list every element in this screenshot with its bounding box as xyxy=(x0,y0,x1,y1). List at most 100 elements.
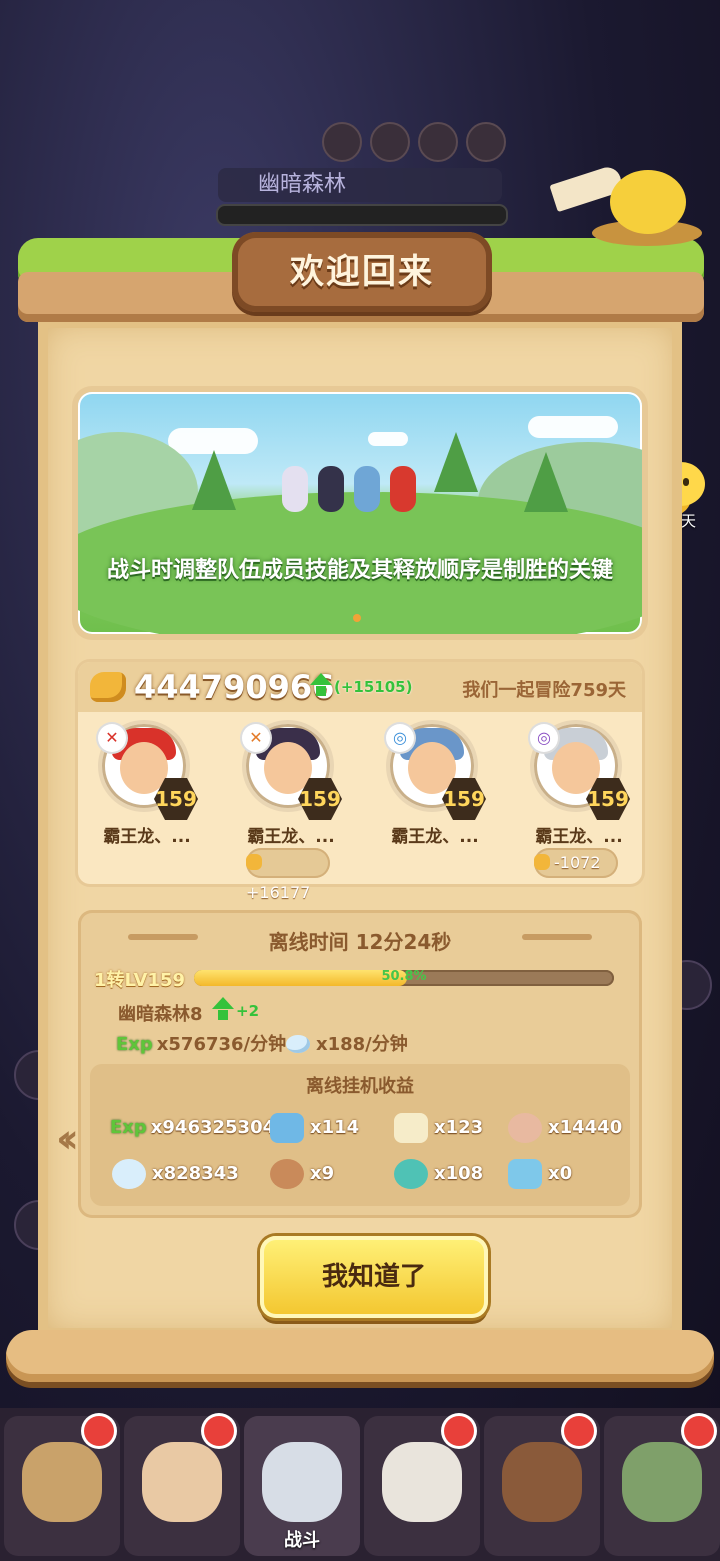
loot-value: x123 xyxy=(434,1117,484,1138)
nav-hero-3[interactable] xyxy=(364,1416,480,1556)
loot-item[interactable]: x114 xyxy=(270,1108,359,1148)
title-plate: 欢迎回来 xyxy=(232,163,702,312)
gold-icon xyxy=(90,672,126,702)
dialog-title: 欢迎回来 xyxy=(290,252,434,292)
ice-crystal-icon xyxy=(508,1159,542,1189)
loot-value: x946325304 xyxy=(150,1117,276,1138)
equipment-chest-icon xyxy=(270,1113,304,1143)
loot-value: x9 xyxy=(310,1163,335,1184)
loot-value: x114 xyxy=(310,1117,360,1138)
collapse-arrows-icon[interactable]: ‹‹ xyxy=(56,1116,79,1162)
skill-face-icon[interactable] xyxy=(466,122,506,162)
hero-avatar-icon xyxy=(142,1442,222,1522)
notification-badge-icon xyxy=(564,1416,594,1446)
crystal-stone-icon xyxy=(286,1035,310,1053)
crystal-rate-value: x188/分钟 xyxy=(316,1034,408,1055)
teal-gem-icon xyxy=(394,1159,428,1189)
hero-card[interactable]: ◎ 159 霸王龙、... xyxy=(370,724,490,874)
nav-hero-2[interactable] xyxy=(124,1416,240,1556)
team-panel: 444790966 (+15105) 我们一起冒险759天 ✕ 159 霸王龙、… xyxy=(78,662,642,902)
nav-hero-5[interactable] xyxy=(604,1416,720,1556)
hero-name: 霸王龙、... xyxy=(247,827,335,847)
tree-icon xyxy=(192,450,236,510)
increase-arrow-icon xyxy=(310,673,334,700)
gold-icon xyxy=(246,854,262,870)
offline-time: 离线时间 12分24秒 xyxy=(268,930,452,954)
hero-card[interactable]: ✕ 159 霸王龙、... xyxy=(82,724,202,874)
exp-rate: Exp x576736/分钟 xyxy=(116,1030,286,1056)
hero-avatar-icon xyxy=(382,1442,462,1522)
hud-skill-icons xyxy=(322,122,506,162)
crystal-stone-icon xyxy=(112,1159,146,1189)
notification-badge-icon xyxy=(204,1416,234,1446)
gold-icon xyxy=(534,854,550,870)
hero-avatar-icon xyxy=(22,1442,102,1522)
hud-progress-bar xyxy=(216,204,508,226)
meat-icon xyxy=(270,1159,304,1189)
hero-avatar-icon xyxy=(622,1442,702,1522)
crystal-rate: x188/分钟 xyxy=(286,1030,408,1056)
skill-swirl-icon[interactable] xyxy=(418,122,458,162)
notification-badge-icon xyxy=(444,1416,474,1446)
hero-avatar-icon xyxy=(502,1442,582,1522)
hero-name: 霸王龙、... xyxy=(391,827,479,847)
nav-hero-1[interactable] xyxy=(4,1416,120,1556)
hud-zone-name: 幽暗森林 xyxy=(258,172,347,197)
loot-item[interactable]: x108 xyxy=(394,1154,483,1194)
ornament-swirl xyxy=(522,934,592,940)
gold-total: 444790966 xyxy=(134,668,335,706)
adventure-days: 我们一起冒险759天 xyxy=(462,680,626,701)
dark-swirl-icon: ◎ xyxy=(530,724,558,752)
nav-battle[interactable]: 战斗 xyxy=(244,1416,360,1556)
exp-progress-text: 50.8% xyxy=(381,969,427,984)
offline-panel: 离线时间 12分24秒 1转LV159 50.8% 幽暗森林8 +2 Exp x5… xyxy=(78,910,642,1218)
nav-hero-4[interactable] xyxy=(484,1416,600,1556)
tree-icon xyxy=(434,432,478,492)
loot-value: x0 xyxy=(548,1163,573,1184)
loot-value: x14440 xyxy=(548,1117,623,1138)
loot-item[interactable]: x14440 xyxy=(508,1108,622,1148)
gold-increase: (+15105) xyxy=(334,678,413,696)
knight-icon xyxy=(262,1442,342,1522)
level-label: 1转LV159 xyxy=(94,970,186,991)
loot-item[interactable]: x9 xyxy=(270,1154,334,1194)
cloud-shape xyxy=(368,432,408,446)
hero-name: 霸王龙、... xyxy=(535,827,623,847)
cloud-shape xyxy=(528,416,618,438)
hero-name: 霸王龙、... xyxy=(103,827,191,847)
tree-icon xyxy=(524,452,568,512)
hero-gold-gain: -1072 xyxy=(534,848,618,878)
gain-value: -1072 xyxy=(554,853,601,872)
exp-icon: Exp xyxy=(116,1034,153,1055)
zone-progress: 幽暗森林8 xyxy=(118,1004,203,1025)
skill-claw-icon[interactable] xyxy=(370,122,410,162)
mascot-bird-icon xyxy=(549,154,702,246)
cross-blade-icon: ✕ xyxy=(242,724,270,752)
loot-title: 离线挂机收益 xyxy=(306,1076,414,1097)
loot-item[interactable]: x123 xyxy=(394,1108,483,1148)
notification-badge-icon xyxy=(84,1416,114,1446)
exp-rate-value: x576736/分钟 xyxy=(156,1034,287,1055)
loot-value: x108 xyxy=(434,1163,484,1184)
hero-gold-gain: +16177 xyxy=(246,848,330,902)
loot-value: x828343 xyxy=(152,1163,239,1184)
water-swirl-icon: ◎ xyxy=(386,724,414,752)
bottom-nav: 战斗 xyxy=(0,1408,720,1561)
exp-progress-bar: 50.8% xyxy=(194,969,614,986)
loot-item[interactable]: x828343 xyxy=(112,1154,239,1194)
confirm-button[interactable]: 我知道了 xyxy=(260,1236,488,1318)
tip-card[interactable]: 战斗时调整队伍成员技能及其释放顺序是制胜的关键 xyxy=(78,392,642,634)
notification-badge-icon xyxy=(684,1416,714,1446)
page-indicator-dot[interactable] xyxy=(353,614,361,622)
fire-crest-icon: ✕ xyxy=(98,724,126,752)
dialog-header: 欢迎回来 xyxy=(18,163,704,332)
exp-icon: Exp xyxy=(110,1117,147,1138)
medal-icon xyxy=(508,1113,542,1143)
skill-target-icon[interactable] xyxy=(322,122,362,162)
nav-battle-label: 战斗 xyxy=(284,1530,320,1551)
gain-value: +16177 xyxy=(246,883,311,902)
offline-loot-panel: 离线挂机收益 Exp x946325304 x114 x123 x14440 x8… xyxy=(90,1064,630,1206)
loot-item[interactable]: Exp x946325304 xyxy=(110,1108,275,1148)
hud-zone-title: 幽暗森林 xyxy=(218,168,502,202)
loot-item[interactable]: x0 xyxy=(508,1154,572,1194)
